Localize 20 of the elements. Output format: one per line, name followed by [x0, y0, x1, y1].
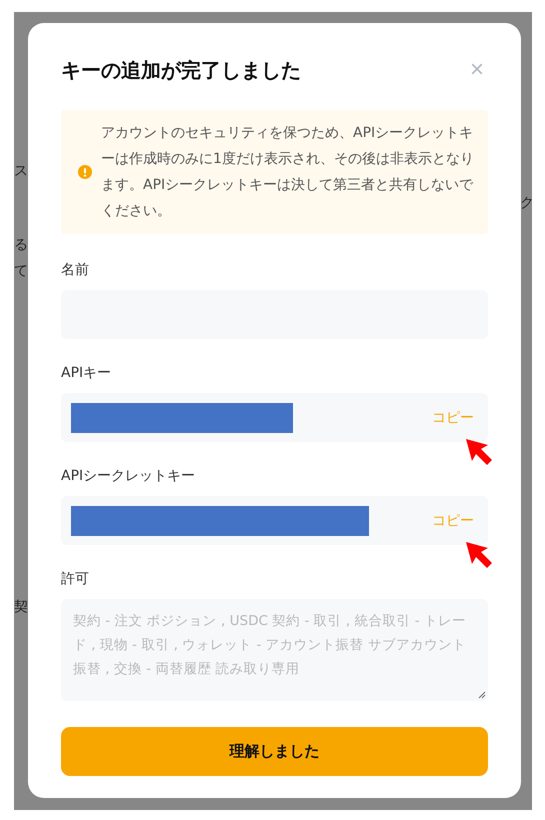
- background-text: ス: [14, 162, 28, 180]
- field-label: 名前: [61, 261, 90, 280]
- background-text: ク: [520, 194, 532, 212]
- warning-icon: [78, 165, 92, 179]
- field-label: APIキー: [61, 364, 112, 383]
- copy-link[interactable]: コピー: [432, 512, 474, 530]
- confirm-button[interactable]: 理解しました: [61, 727, 488, 776]
- dialog-title: キーの追加が完了しました: [61, 56, 301, 84]
- cursor-arrow-icon: [464, 540, 494, 570]
- close-button[interactable]: ×: [466, 58, 488, 82]
- field-label: 許可: [61, 570, 90, 589]
- copy-link[interactable]: コピー: [432, 408, 474, 426]
- background-text: 契: [14, 598, 28, 616]
- field-label: APIシークレットキー: [61, 467, 196, 486]
- key-field[interactable]: コピー: [61, 496, 488, 545]
- background-text: る: [14, 236, 28, 254]
- background-text: て: [14, 262, 28, 280]
- cursor-arrow-icon: [464, 437, 494, 467]
- notice-text: アカウントのセキュリティを保つため、APIシークレットキーは作成時のみに1度だけ表示され、その後は非表示となります。APIシークレットキーは決して第三者と共有しないでください。: [101, 124, 475, 221]
- key-field[interactable]: コピー: [61, 393, 488, 442]
